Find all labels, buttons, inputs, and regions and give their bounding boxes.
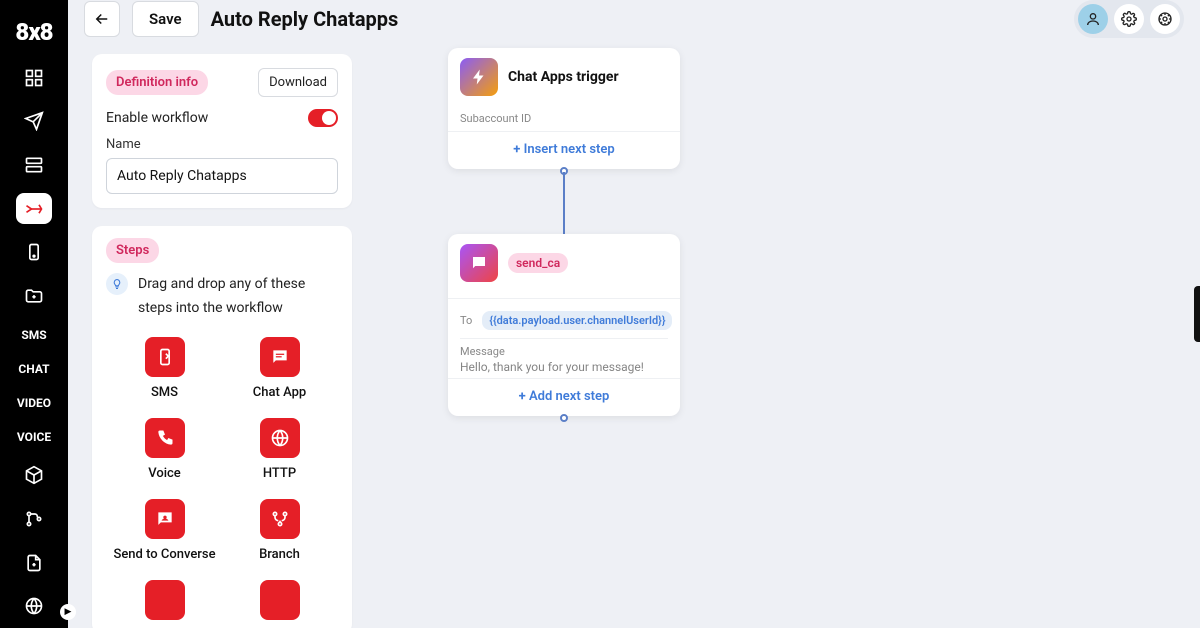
- voice-step-icon: [145, 418, 185, 458]
- panel-handle[interactable]: [1194, 286, 1200, 342]
- hint-bulb-icon: [106, 273, 128, 295]
- chat-icon: [460, 244, 498, 282]
- http-step-icon: [260, 418, 300, 458]
- message-value: Hello, thank you for your message!: [460, 360, 668, 374]
- user-icon[interactable]: [1078, 4, 1108, 34]
- logo: 8x8: [15, 0, 52, 56]
- sidebar-label-chat[interactable]: CHAT: [18, 362, 49, 376]
- file-icon[interactable]: [16, 547, 52, 579]
- send-icon[interactable]: [16, 106, 52, 138]
- server-icon[interactable]: [16, 149, 52, 181]
- page-title: Auto Reply Chatapps: [211, 7, 399, 31]
- step-extra1[interactable]: [112, 580, 217, 620]
- workflow-name-input[interactable]: [106, 158, 338, 194]
- to-label: To: [460, 314, 472, 327]
- lightning-icon: [460, 58, 498, 96]
- header-actions: [1074, 0, 1184, 38]
- workflow-canvas[interactable]: Chat Apps trigger Subaccount ID + Insert…: [368, 38, 1200, 628]
- extra-step-icon: [260, 580, 300, 620]
- steps-card: Steps Drag and drop any of these steps i…: [92, 226, 352, 628]
- topbar: Save Auto Reply Chatapps: [68, 0, 1200, 38]
- converse-step-icon: [145, 499, 185, 539]
- name-label: Name: [106, 137, 338, 152]
- add-next-step-button[interactable]: + Add next step: [448, 378, 680, 416]
- enable-workflow-label: Enable workflow: [106, 110, 208, 126]
- sidebar-label-sms[interactable]: SMS: [21, 328, 46, 342]
- branch-step-icon: [260, 499, 300, 539]
- sidebar-label-video[interactable]: VIDEO: [17, 396, 51, 410]
- sidebar-label-voice[interactable]: VOICE: [17, 430, 51, 444]
- step-send-converse[interactable]: Send to Converse: [112, 499, 217, 562]
- workflow-icon[interactable]: [16, 193, 52, 225]
- package-icon[interactable]: [16, 460, 52, 492]
- globe-icon[interactable]: [16, 590, 52, 622]
- definition-badge: Definition info: [106, 70, 208, 95]
- subaccount-label: Subaccount ID: [460, 112, 668, 125]
- step-voice[interactable]: Voice: [112, 418, 217, 481]
- back-button[interactable]: [84, 1, 120, 37]
- dashboard-icon[interactable]: [16, 62, 52, 94]
- app-sidebar: 8x8 SMS CHAT VIDEO VOICE ▶: [0, 0, 68, 628]
- git-icon[interactable]: [16, 503, 52, 535]
- extra-step-icon: [145, 580, 185, 620]
- to-value-chip: {{data.payload.user.channelUserId}}: [482, 311, 672, 330]
- gear-icon[interactable]: [1114, 4, 1144, 34]
- enable-workflow-toggle[interactable]: [308, 109, 338, 127]
- message-label: Message: [460, 345, 668, 358]
- send-ca-chip: send_ca: [508, 253, 568, 273]
- insert-next-step-button[interactable]: + Insert next step: [448, 131, 680, 169]
- definition-card: Definition info Download Enable workflow…: [92, 54, 352, 208]
- download-button[interactable]: Download: [258, 68, 338, 97]
- step-http[interactable]: HTTP: [227, 418, 332, 481]
- device-icon[interactable]: [16, 236, 52, 268]
- step-sms[interactable]: SMS: [112, 337, 217, 400]
- chatapp-step-icon: [260, 337, 300, 377]
- left-panel: Definition info Download Enable workflow…: [68, 38, 368, 628]
- new-folder-icon[interactable]: [16, 280, 52, 312]
- main-area: Save Auto Reply Chatapps Definition info…: [68, 0, 1200, 628]
- sms-step-icon: [145, 337, 185, 377]
- trigger-title: Chat Apps trigger: [508, 69, 619, 85]
- help-icon[interactable]: [1150, 4, 1180, 34]
- save-button[interactable]: Save: [132, 1, 199, 37]
- hint-text: Drag and drop any of these steps into th…: [138, 273, 338, 321]
- send-ca-node[interactable]: send_ca To {{data.payload.user.channelUs…: [448, 234, 680, 416]
- step-chatapp[interactable]: Chat App: [227, 337, 332, 400]
- step-extra2[interactable]: [227, 580, 332, 620]
- steps-badge: Steps: [106, 238, 159, 263]
- trigger-node[interactable]: Chat Apps trigger Subaccount ID + Insert…: [448, 48, 680, 169]
- step-branch[interactable]: Branch: [227, 499, 332, 562]
